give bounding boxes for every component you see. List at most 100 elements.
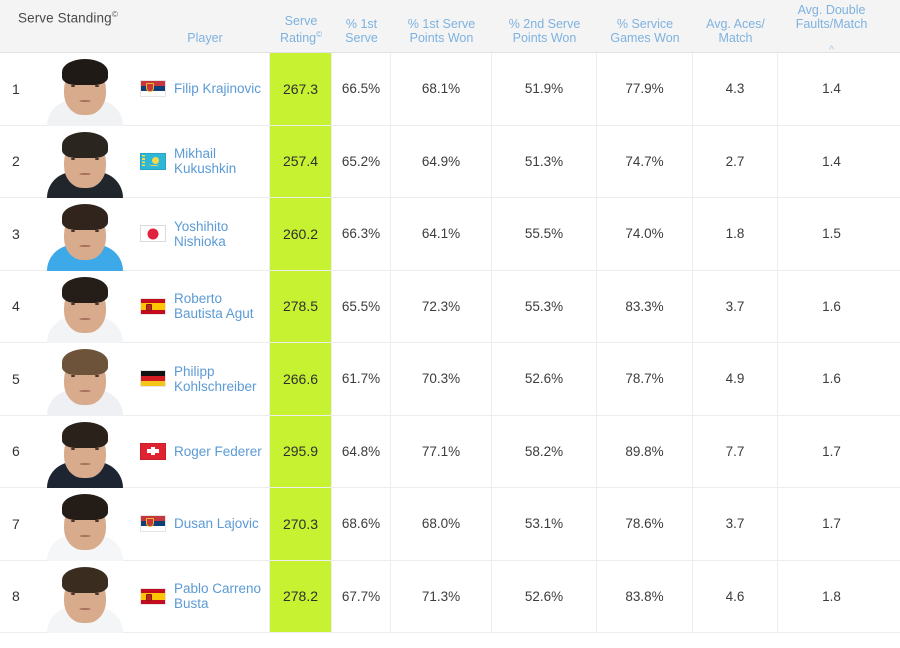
- column-header-serve-rating-label: Serve Rating: [279, 13, 318, 45]
- player-avatar: [47, 416, 123, 488]
- player-name-link[interactable]: Dusan Lajovic: [174, 516, 259, 531]
- table-row[interactable]: 8 Pablo Carreno Busta 278.2 67.7% 71.3% …: [0, 560, 900, 633]
- pct-first-serve-points-won-cell: 77.1%: [391, 415, 492, 487]
- table-row[interactable]: 7 Dusan Lajovic 270.3 68.6% 68.0% 53.1% …: [0, 488, 900, 561]
- pct-first-serve-cell: 65.2%: [332, 125, 391, 197]
- player-photo: [30, 126, 140, 198]
- pct-first-serve-cell: 61.7%: [332, 343, 391, 415]
- player-photo: [30, 271, 140, 343]
- column-header-pct-service-games-won[interactable]: % Service Games Won: [597, 17, 693, 52]
- player-avatar: [47, 343, 123, 416]
- rank-cell: 3: [12, 225, 20, 242]
- player-avatar: [47, 126, 123, 198]
- avg-aces-per-match-cell: 3.7: [693, 270, 778, 342]
- serve-rating-cell: 260.2: [270, 198, 332, 270]
- pct-second-serve-points-won-cell: 58.2%: [492, 415, 597, 487]
- pct-second-serve-points-won-cell: 53.1%: [492, 488, 597, 560]
- avg-aces-per-match-cell: 1.8: [693, 198, 778, 270]
- avg-double-faults-per-match-cell: 1.5: [822, 226, 841, 242]
- player-photo: [30, 488, 140, 561]
- column-header-pct-first-serve-points-won[interactable]: % 1st Serve Points Won: [391, 17, 492, 52]
- pct-service-games-won-cell: 83.3%: [597, 270, 693, 342]
- column-header-avg-aces-per-match[interactable]: Avg. Aces/ Match: [693, 17, 778, 52]
- table-row[interactable]: 3 Yoshihito Nishioka 260.2 66.3% 64.1% 5…: [0, 198, 900, 271]
- player-name-link[interactable]: Mikhail Kukushkin: [174, 146, 236, 176]
- column-header-row: Player Serve Rating© % 1st Serve % 1st S…: [0, 0, 900, 56]
- pct-second-serve-points-won-cell: 55.3%: [492, 270, 597, 342]
- standings-table-body: 1 Filip Krajinovic 267.3 66.5% 68.1% 51.…: [0, 53, 900, 633]
- rank-cell: 2: [12, 153, 20, 170]
- table-row[interactable]: 1 Filip Krajinovic 267.3 66.5% 68.1% 51.…: [0, 53, 900, 126]
- flag-icon-jpn: [140, 225, 166, 243]
- player-name-link[interactable]: Roberto Bautista Agut: [174, 291, 254, 321]
- pct-first-serve-points-won-cell: 68.0%: [391, 488, 492, 560]
- serve-rating-cell: 257.4: [270, 125, 332, 197]
- serve-rating-cell: 278.5: [270, 270, 332, 342]
- player-cell[interactable]: Mikhail Kukushkin: [140, 125, 270, 197]
- pct-second-serve-points-won-cell: 51.9%: [492, 53, 597, 125]
- player-photo: [30, 416, 140, 488]
- column-header-player[interactable]: Player: [140, 31, 270, 52]
- pct-first-serve-cell: 65.5%: [332, 270, 391, 342]
- player-photo: [30, 343, 140, 416]
- rank-cell: 5: [12, 370, 20, 387]
- avg-double-faults-per-match-cell: 1.8: [822, 588, 841, 604]
- player-cell[interactable]: Philipp Kohlschreiber: [140, 343, 270, 415]
- pct-second-serve-points-won-cell: 51.3%: [492, 125, 597, 197]
- flag-icon-kaz: [140, 152, 166, 170]
- serve-rating-cell: 295.9: [270, 415, 332, 487]
- avg-double-faults-per-match-cell: 1.6: [822, 371, 841, 387]
- table-row[interactable]: 2 Mikhail Kukushkin 257.4 65.2% 64.9% 51…: [0, 125, 900, 198]
- pct-first-serve-cell: 68.6%: [332, 488, 391, 560]
- player-cell[interactable]: Roger Federer: [140, 415, 270, 487]
- player-avatar: [47, 561, 123, 633]
- player-cell[interactable]: Filip Krajinovic: [140, 53, 270, 125]
- flag-icon-srb: [140, 515, 166, 533]
- pct-first-serve-points-won-cell: 68.1%: [391, 53, 492, 125]
- serve-standing-page: Serve Standing© Player Serve Rating© % 1…: [0, 0, 900, 648]
- player-cell[interactable]: Roberto Bautista Agut: [140, 270, 270, 342]
- avg-aces-per-match-cell: 2.7: [693, 125, 778, 197]
- serve-rating-cell: 270.3: [270, 488, 332, 560]
- player-avatar: [47, 271, 123, 343]
- player-name-link[interactable]: Yoshihito Nishioka: [174, 219, 228, 249]
- column-header-pct-first-serve[interactable]: % 1st Serve: [332, 17, 391, 52]
- player-name-link[interactable]: Philipp Kohlschreiber: [174, 364, 257, 394]
- pct-second-serve-points-won-cell: 52.6%: [492, 343, 597, 415]
- pct-first-serve-cell: 66.3%: [332, 198, 391, 270]
- flag-icon-ger: [140, 370, 166, 388]
- avg-aces-per-match-cell: 7.7: [693, 415, 778, 487]
- avg-aces-per-match-cell: 4.9: [693, 343, 778, 415]
- pct-first-serve-cell: 67.7%: [332, 560, 391, 632]
- player-name-link[interactable]: Roger Federer: [174, 444, 262, 459]
- player-name-link[interactable]: Filip Krajinovic: [174, 81, 261, 96]
- flag-icon-esp: [140, 587, 166, 605]
- player-cell[interactable]: Yoshihito Nishioka: [140, 198, 270, 270]
- avg-double-faults-per-match-cell: 1.6: [822, 298, 841, 314]
- pct-first-serve-points-won-cell: 70.3%: [391, 343, 492, 415]
- column-header-avg-double-faults-per-match[interactable]: Avg. Double Faults/Match ^: [778, 0, 885, 56]
- rank-cell: 7: [12, 515, 20, 532]
- pct-service-games-won-cell: 77.9%: [597, 53, 693, 125]
- table-header: Serve Standing© Player Serve Rating© % 1…: [0, 0, 900, 56]
- flag-icon-srb: [140, 80, 166, 98]
- player-name-link[interactable]: Pablo Carreno Busta: [174, 581, 261, 611]
- column-header-pct-second-serve-points-won[interactable]: % 2nd Serve Points Won: [492, 17, 597, 52]
- pct-first-serve-points-won-cell: 64.1%: [391, 198, 492, 270]
- table-row[interactable]: 5 Philipp Kohlschreiber 266.6 61.7% 70.3…: [0, 343, 900, 416]
- avg-double-faults-per-match-cell: 1.4: [822, 153, 841, 169]
- serve-rating-copyright-mark: ©: [316, 29, 323, 39]
- rank-cell: 8: [12, 588, 20, 605]
- pct-service-games-won-cell: 83.8%: [597, 560, 693, 632]
- player-avatar: [47, 488, 123, 561]
- avg-double-faults-per-match-cell: 1.4: [822, 81, 841, 97]
- pct-service-games-won-cell: 78.6%: [597, 488, 693, 560]
- player-avatar: [47, 53, 123, 126]
- avg-double-faults-per-match-cell: 1.7: [822, 516, 841, 532]
- player-cell[interactable]: Dusan Lajovic: [140, 488, 270, 560]
- player-cell[interactable]: Pablo Carreno Busta: [140, 560, 270, 632]
- avg-aces-per-match-cell: 4.3: [693, 53, 778, 125]
- table-row[interactable]: 4 Roberto Bautista Agut 278.5 65.5% 72.3…: [0, 270, 900, 343]
- table-row[interactable]: 6 Roger Federer 295.9 64.8% 77.1% 58.2% …: [0, 415, 900, 488]
- column-header-serve-rating[interactable]: Serve Rating©: [270, 14, 332, 52]
